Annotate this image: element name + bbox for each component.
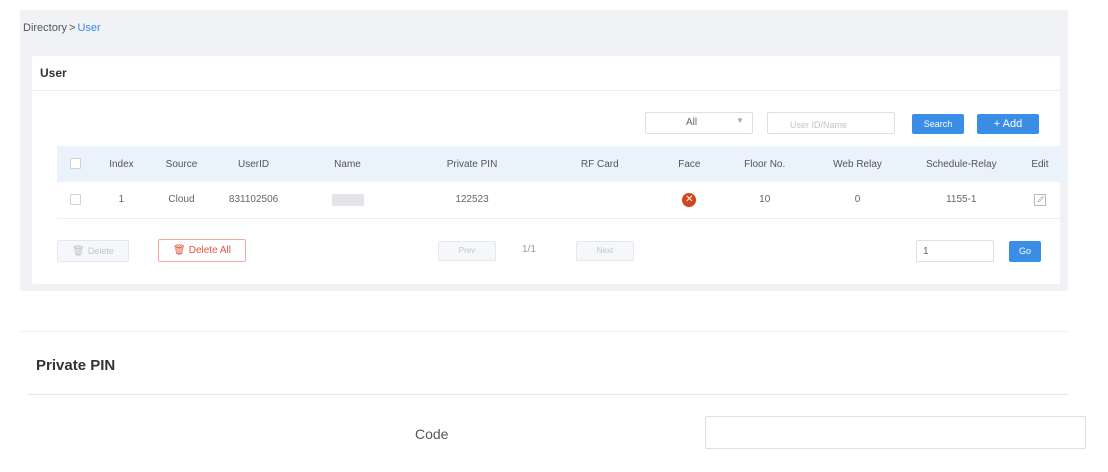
header-edit: Edit [1015,146,1064,182]
redacted-name [331,193,364,206]
edit-icon[interactable] [1033,193,1047,207]
header-private-pin: Private PIN [402,146,542,182]
add-user-button[interactable]: + Add [977,114,1039,134]
cell-schedule-relay: 1155-1 [906,182,1016,219]
code-label: Code [415,426,449,442]
code-input[interactable] [705,416,1086,449]
page-number-input[interactable] [916,240,994,262]
trash-icon: 🗑 [173,245,186,256]
cell-userid: 831102506 [214,182,293,219]
header-rf-card: RF Card [541,146,658,182]
card-divider [28,394,1068,395]
row-checkbox[interactable] [70,194,82,206]
user-card: User All ▼ Search + Add Index Source Use… [32,56,1064,284]
search-input[interactable] [767,112,895,134]
header-web-relay: Web Relay [808,146,907,182]
cell-edit [1015,182,1064,219]
header-name: Name [292,146,403,182]
trash-icon: 🗑 [72,246,85,257]
user-card-title: User [40,66,67,80]
cell-face: ✕ [657,182,722,219]
breadcrumb-root[interactable]: Directory [23,22,67,34]
user-table: Index Source UserID Name Private PIN RF … [57,146,1064,219]
page-info: 1/1 [522,244,536,255]
breadcrumb-current[interactable]: User [77,22,100,34]
cell-name [292,182,403,219]
header-schedule-relay: Schedule-Relay [906,146,1016,182]
header-face: Face [657,146,722,182]
cell-private-pin: 122523 [402,182,542,219]
header-index: Index [94,146,149,182]
private-pin-card: Private PIN Code [20,331,1086,472]
table-row: 1 Cloud 831102506 122523 ✕ 10 0 1155-1 [57,182,1064,219]
table-header-row: Index Source UserID Name Private PIN RF … [57,146,1064,182]
next-page-button[interactable]: Next [576,241,634,261]
delete-all-label: Delete All [188,245,231,256]
header-floor-no: Floor No. [721,146,809,182]
source-filter-select[interactable]: All ▼ [645,112,753,134]
error-icon: ✕ [682,192,697,207]
cell-source: Cloud [148,182,215,219]
delete-label: Delete [87,246,114,256]
cell-rf-card [541,182,658,219]
chevron-down-icon: ▼ [736,116,744,125]
breadcrumb-separator: > [69,22,76,34]
delete-all-button[interactable]: 🗑 Delete All [158,239,246,262]
header-source: Source [148,146,215,182]
select-all-checkbox[interactable] [70,158,82,170]
directory-area: Directory>User User All ▼ Search + Add I… [20,10,1068,291]
header-select-all[interactable] [57,146,95,182]
header-userid: UserID [214,146,293,182]
private-pin-title: Private PIN [36,357,116,374]
search-button[interactable]: Search [912,114,964,134]
delete-button[interactable]: 🗑 Delete [57,240,129,262]
breadcrumb: Directory > User [23,22,101,34]
cell-floor-no: 10 [721,182,809,219]
cell-index: 1 [94,182,149,219]
go-button[interactable]: Go [1009,241,1041,262]
prev-page-button[interactable]: Prev [438,241,496,261]
cell-web-relay: 0 [808,182,907,219]
filter-selected-value: All [686,117,698,128]
card-divider [32,90,1060,91]
